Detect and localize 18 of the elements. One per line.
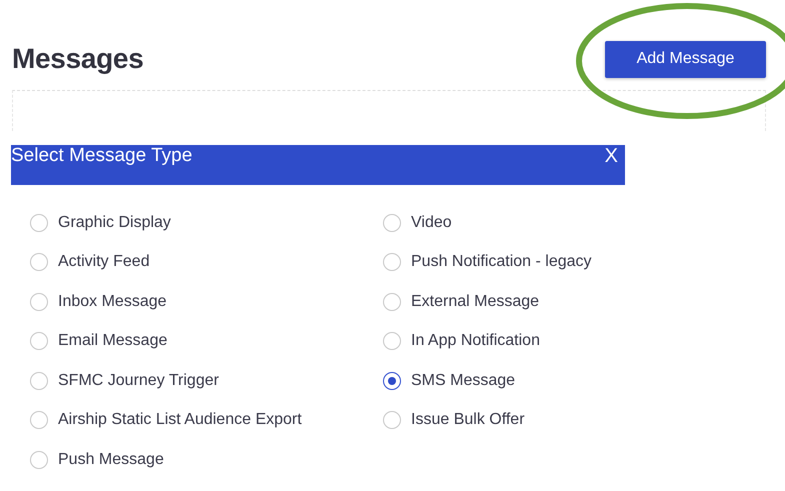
option-label[interactable]: SFMC Journey Trigger — [58, 372, 219, 390]
option-label[interactable]: Airship Static List Audience Export — [58, 411, 302, 430]
page-title: Messages — [12, 43, 144, 75]
option-label[interactable]: Inbox Message — [58, 292, 167, 311]
option-label[interactable]: Issue Bulk Offer — [411, 411, 525, 430]
option-label[interactable]: Graphic Display — [58, 214, 171, 232]
option-label[interactable]: Push Notification - legacy — [411, 253, 592, 272]
radio-button[interactable] — [383, 372, 401, 390]
add-message-button[interactable]: Add Message — [605, 40, 766, 78]
option-label[interactable]: External Message — [411, 292, 540, 311]
dialog-title: Select Message Type — [11, 145, 192, 166]
option-label[interactable]: Activity Feed — [58, 253, 150, 272]
option-label[interactable]: Push Message — [58, 450, 164, 469]
close-button[interactable]: X — [604, 145, 625, 167]
option-label[interactable]: In App Notification — [411, 332, 540, 350]
option-label[interactable]: Email Message — [58, 332, 168, 350]
option-label[interactable]: SMS Message — [411, 372, 516, 390]
option-label[interactable]: Video — [411, 214, 452, 232]
